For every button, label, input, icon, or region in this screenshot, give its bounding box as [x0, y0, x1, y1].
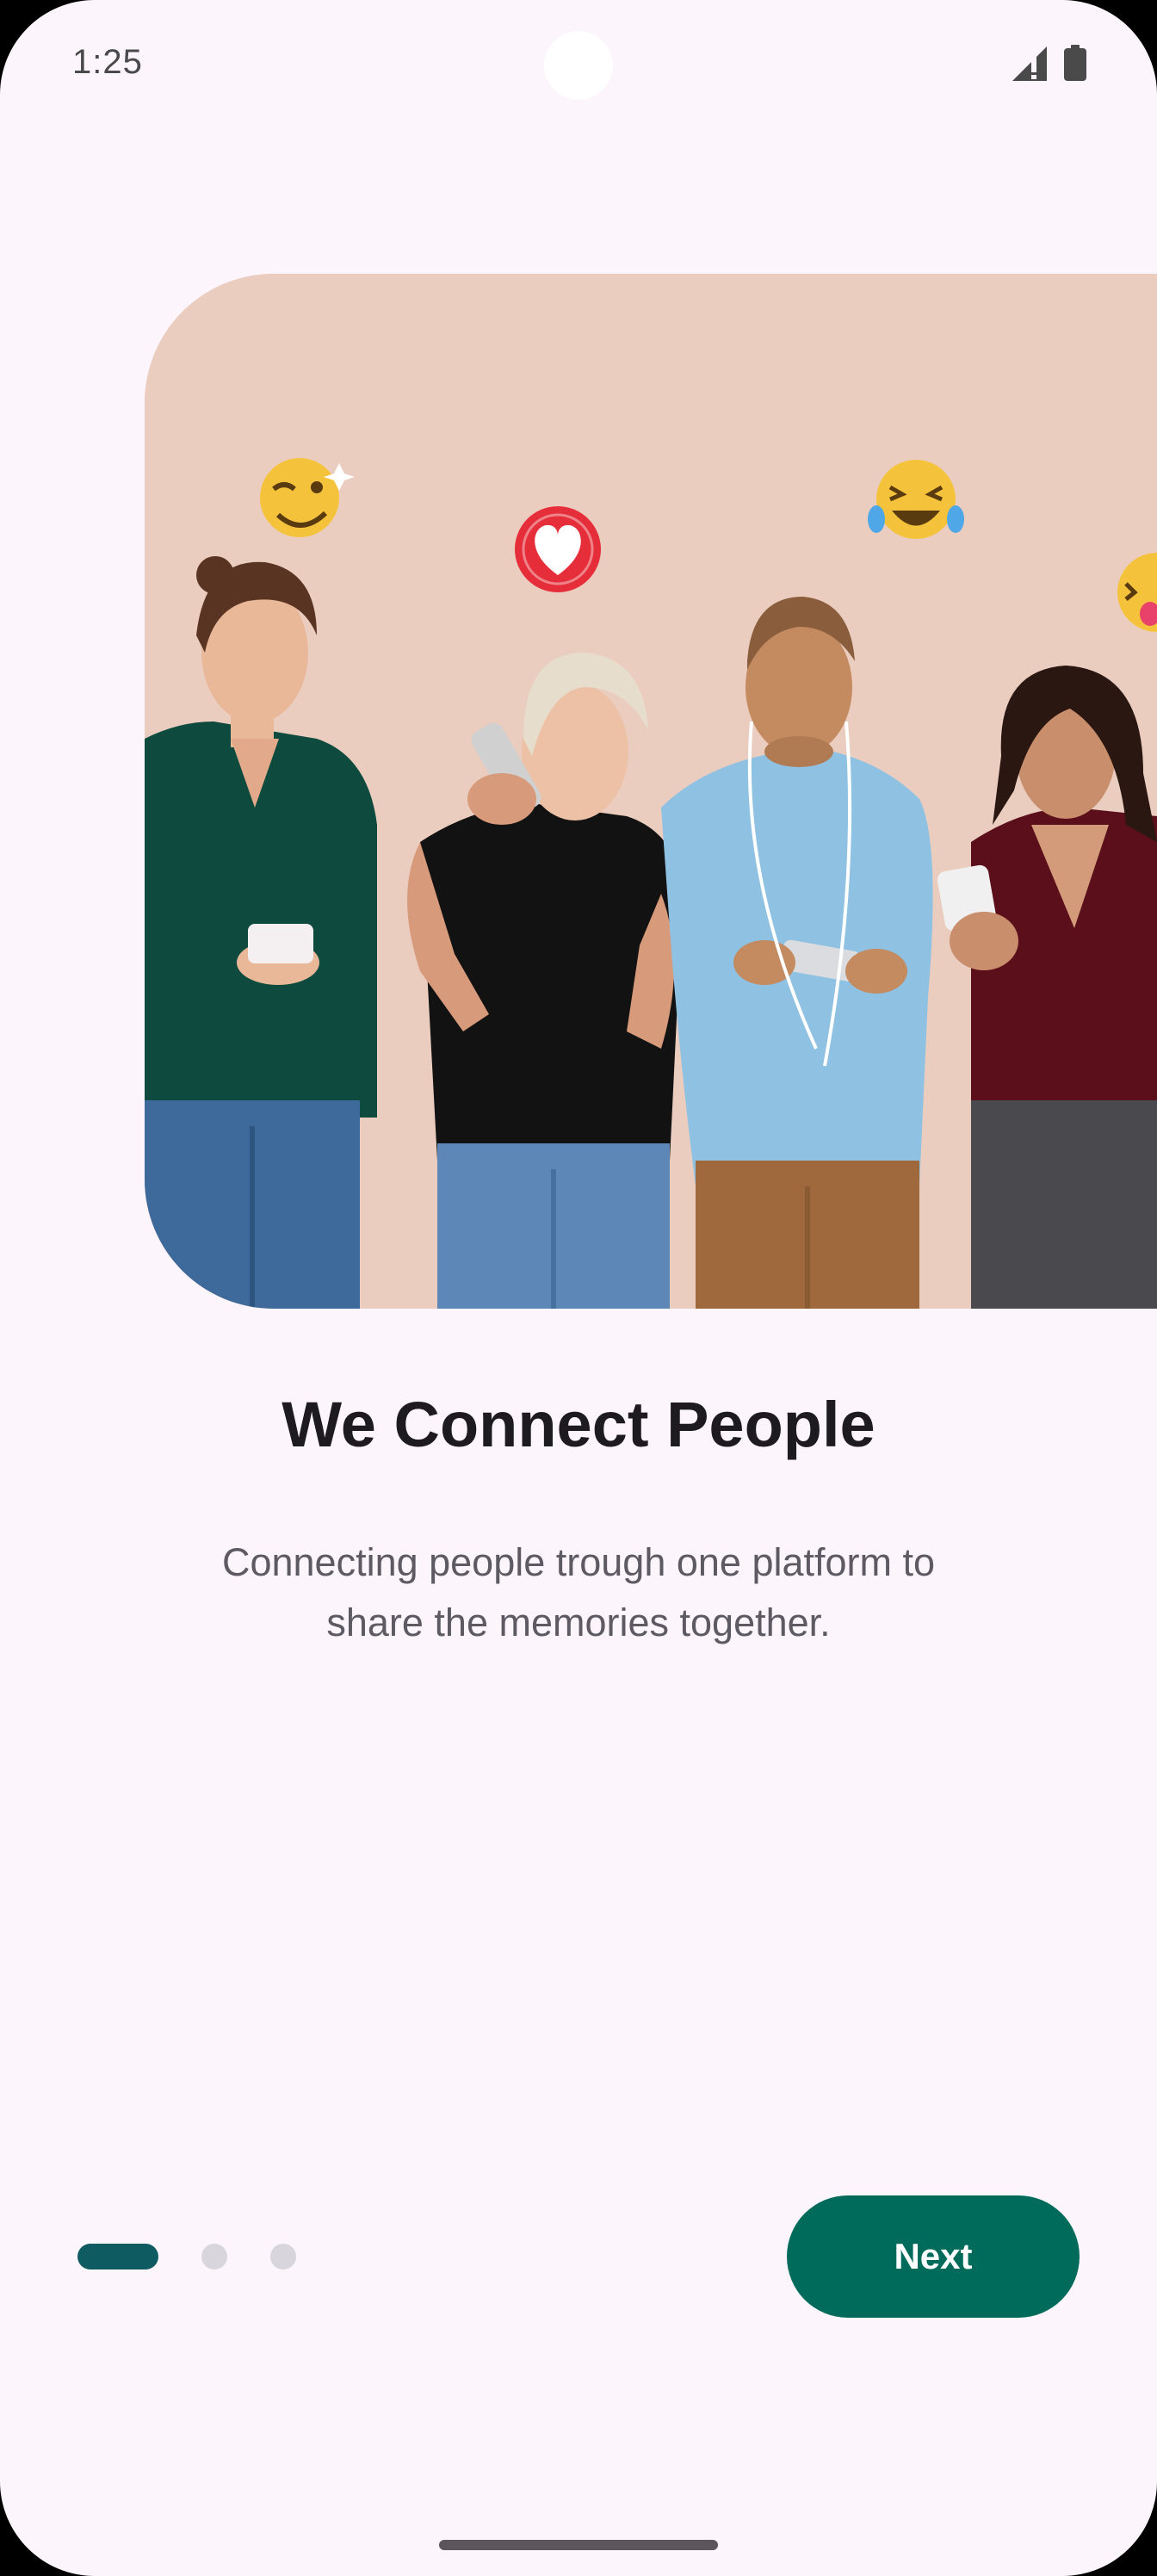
signal-icon: [1012, 46, 1047, 81]
hero-image: [145, 274, 1157, 1309]
page-indicator-dot-3: [270, 2244, 296, 2269]
camera-cutout: [544, 31, 613, 100]
battery-icon: [1064, 45, 1086, 81]
status-time: 1:25: [72, 43, 143, 81]
onboarding-title: We Connect People: [282, 1389, 875, 1460]
page-indicator-dot-2: [201, 2244, 227, 2269]
home-indicator[interactable]: [439, 2540, 718, 2550]
onboarding-screen: 1:25 We Connect People Connecting people…: [0, 0, 1157, 2576]
page-indicator-active: [77, 2244, 158, 2269]
onboarding-subtitle: Connecting people trough one platform to…: [221, 1540, 936, 1644]
heart-icon: [515, 506, 601, 592]
next-button[interactable]: Next: [787, 2195, 1080, 2318]
